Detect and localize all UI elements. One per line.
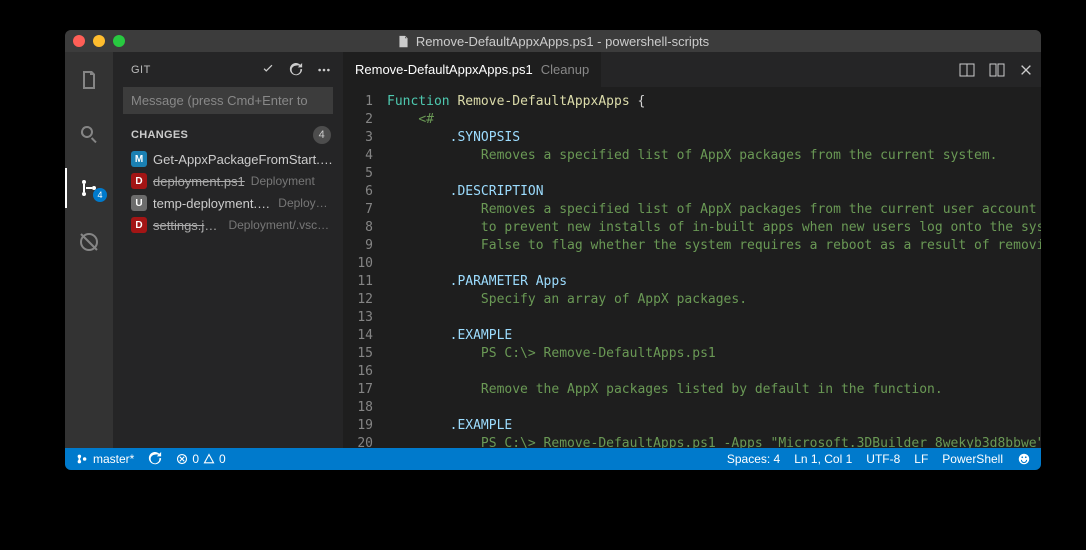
- status-chip: D: [131, 217, 147, 233]
- change-item[interactable]: Dsettings.json Deployment/.vscode: [113, 214, 343, 236]
- sidebar-header: GIT: [113, 52, 343, 87]
- editor-group: Remove-DefaultAppxApps.ps1 Cleanup 1: [343, 52, 1041, 448]
- warning-count: 0: [219, 452, 226, 466]
- refresh-icon[interactable]: [289, 63, 303, 77]
- sidebar: GIT CHANGES 4: [113, 52, 343, 448]
- tab-bar: Remove-DefaultAppxApps.ps1 Cleanup: [343, 52, 1041, 87]
- indentation-indicator[interactable]: Spaces: 4: [727, 452, 780, 466]
- tab-description: Cleanup: [541, 62, 589, 77]
- window-title: Remove-DefaultAppxApps.ps1 - powershell-…: [65, 34, 1041, 49]
- changes-label: CHANGES: [131, 129, 188, 141]
- minimize-window-button[interactable]: [93, 35, 105, 47]
- eol-indicator[interactable]: LF: [914, 452, 928, 466]
- zoom-window-button[interactable]: [113, 35, 125, 47]
- sync-indicator[interactable]: [148, 452, 162, 466]
- editor-actions: [959, 62, 1033, 78]
- change-path: Deployment/.vscode: [228, 218, 333, 232]
- problems-indicator[interactable]: 0 0: [176, 452, 225, 466]
- change-item[interactable]: Utemp-deployment.ps1 Deploym...: [113, 192, 343, 214]
- status-chip: D: [131, 173, 147, 189]
- close-editor-icon[interactable]: [1019, 62, 1033, 78]
- change-filename: Get-AppxPackageFromStart.ps1 ...: [153, 152, 333, 167]
- activity-bar: 4: [65, 52, 113, 448]
- search-icon[interactable]: [65, 114, 113, 154]
- debug-icon[interactable]: [65, 222, 113, 262]
- change-item[interactable]: Ddeployment.ps1 Deployment: [113, 170, 343, 192]
- tab-active[interactable]: Remove-DefaultAppxApps.ps1 Cleanup: [343, 52, 601, 87]
- window-title-text: Remove-DefaultAppxApps.ps1 - powershell-…: [416, 34, 709, 49]
- error-count: 0: [192, 452, 199, 466]
- diff-icon[interactable]: [989, 62, 1005, 78]
- language-indicator[interactable]: PowerShell: [942, 452, 1003, 466]
- commit-message-field[interactable]: [123, 87, 333, 114]
- sidebar-title: GIT: [131, 64, 151, 76]
- split-editor-icon[interactable]: [959, 62, 975, 78]
- status-bar: master* 0 0 Spaces: 4 Ln 1, Col 1 UTF-8 …: [65, 448, 1041, 470]
- commit-icon[interactable]: [261, 63, 275, 77]
- changes-header[interactable]: CHANGES 4: [113, 122, 343, 148]
- encoding-indicator[interactable]: UTF-8: [866, 452, 900, 466]
- change-item[interactable]: M Get-AppxPackageFromStart.ps1 ...: [113, 148, 343, 170]
- explorer-icon[interactable]: [65, 60, 113, 100]
- tab-label: Remove-DefaultAppxApps.ps1: [355, 62, 533, 77]
- change-filename: settings.json: [153, 218, 222, 233]
- code-content[interactable]: Function Remove-DefaultAppxApps { <# .SY…: [387, 87, 1041, 448]
- branch-name: master*: [93, 452, 134, 466]
- change-filename: temp-deployment.ps1: [153, 196, 272, 211]
- scm-badge: 4: [93, 188, 107, 202]
- changes-count: 4: [313, 126, 331, 144]
- change-path: Deploym...: [278, 196, 333, 210]
- change-filename: deployment.ps1: [153, 174, 245, 189]
- close-window-button[interactable]: [73, 35, 85, 47]
- file-icon: [397, 35, 410, 48]
- sidebar-actions: [261, 63, 331, 77]
- titlebar: Remove-DefaultAppxApps.ps1 - powershell-…: [65, 30, 1041, 52]
- window-controls: [73, 35, 125, 47]
- line-numbers: 1234567891011121314151617181920: [343, 87, 387, 448]
- changes-list: M Get-AppxPackageFromStart.ps1 ... Ddeploy…: [113, 148, 343, 236]
- more-icon[interactable]: [317, 63, 331, 77]
- cursor-position[interactable]: Ln 1, Col 1: [794, 452, 852, 466]
- change-path: Deployment: [251, 174, 315, 188]
- code-editor[interactable]: 1234567891011121314151617181920 Function…: [343, 87, 1041, 448]
- branch-indicator[interactable]: master*: [75, 452, 134, 466]
- source-control-icon[interactable]: 4: [65, 168, 113, 208]
- app-window: Remove-DefaultAppxApps.ps1 - powershell-…: [65, 30, 1041, 470]
- commit-input[interactable]: [123, 87, 333, 114]
- feedback-icon[interactable]: [1017, 452, 1031, 466]
- status-chip: M: [131, 151, 147, 167]
- status-chip: U: [131, 195, 147, 211]
